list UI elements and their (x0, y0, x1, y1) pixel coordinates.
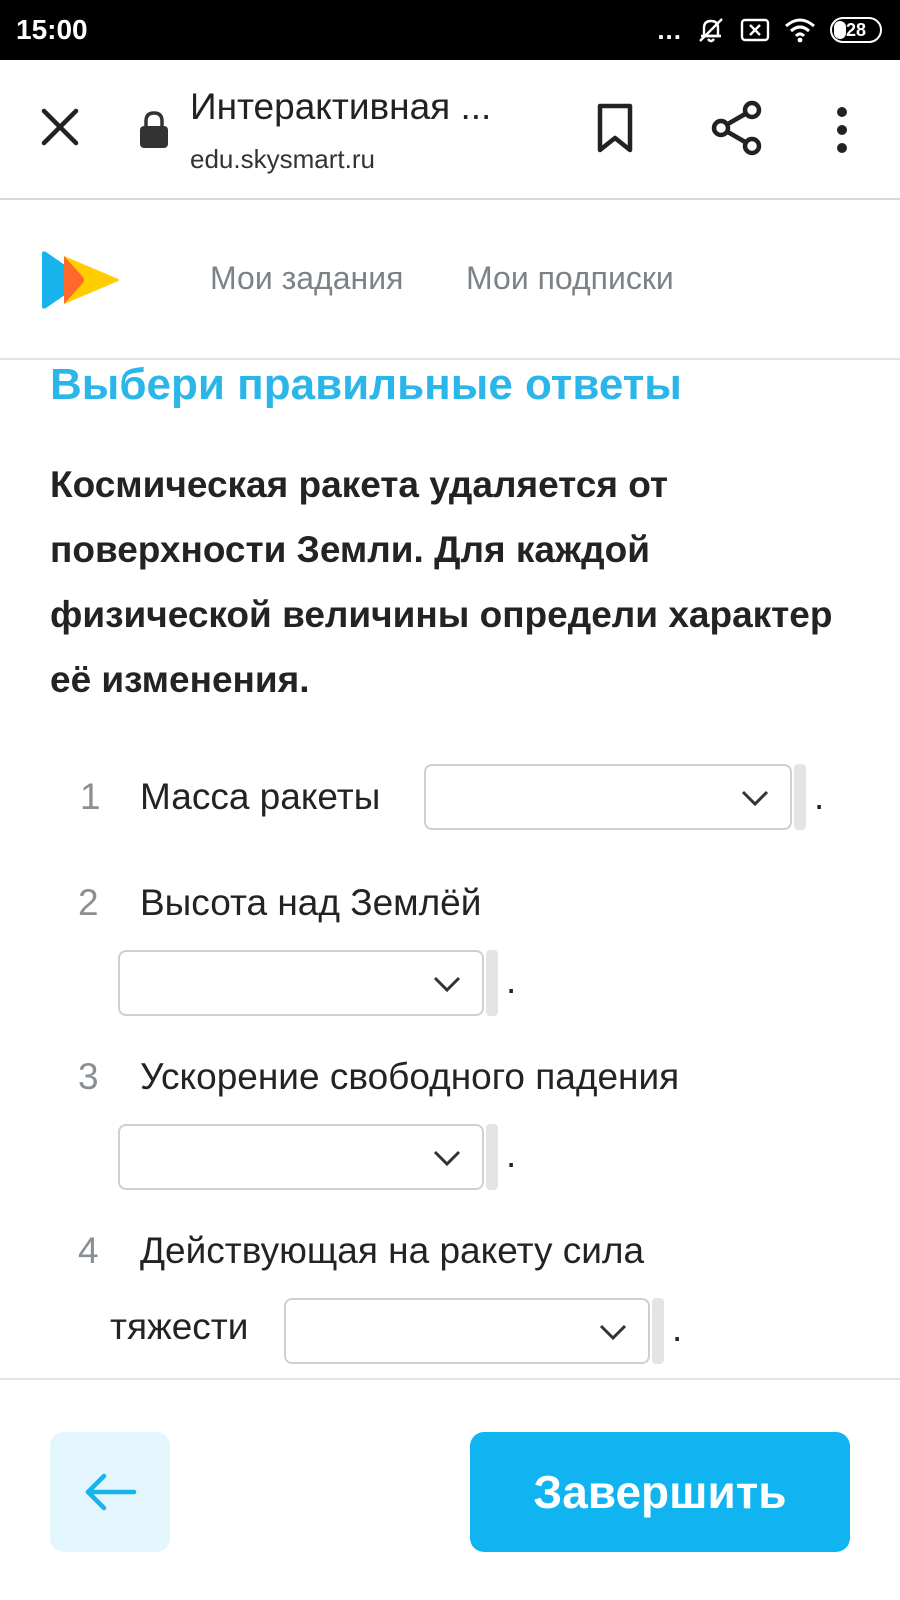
item-number: 3 (78, 1056, 99, 1097)
item-end: . (672, 1308, 683, 1349)
sim-off-icon (740, 18, 770, 42)
site-header: Мои задания Мои подписки (0, 200, 900, 360)
select-handle (486, 950, 498, 1016)
page-title: Интерактивная ... (190, 86, 492, 127)
page-url[interactable]: edu.skysmart.ru (190, 144, 375, 175)
select-handle (486, 1124, 498, 1190)
battery-icon: 28 (830, 17, 882, 43)
answer-select-2[interactable] (118, 950, 484, 1016)
item-label: Ускорение свободного падения (140, 1056, 680, 1097)
share-icon[interactable] (710, 100, 764, 156)
select-handle (794, 764, 806, 830)
bell-off-icon (699, 18, 723, 43)
arrow-left-icon (85, 1473, 137, 1511)
item-number: 4 (78, 1230, 99, 1271)
skysmart-logo[interactable] (38, 250, 122, 310)
chevron-down-icon (433, 1150, 461, 1167)
item-label: Высота над Землёй (140, 882, 482, 923)
status-icons: ... 28 (657, 14, 882, 46)
status-dots: ... (657, 15, 682, 45)
answer-select-1[interactable] (424, 764, 792, 830)
item-end: . (506, 960, 517, 1001)
item-label: Действующая на ракету сила (140, 1230, 645, 1271)
item-end: . (506, 1134, 517, 1175)
item-number: 1 (80, 776, 101, 817)
back-button[interactable] (50, 1432, 170, 1552)
nav-my-tasks[interactable]: Мои задания (210, 260, 403, 297)
status-time: 15:00 (16, 14, 88, 45)
nav-my-subscriptions[interactable]: Мои подписки (466, 260, 674, 297)
footer-bar: Завершить (0, 1378, 900, 1600)
chevron-down-icon (741, 790, 769, 807)
bookmark-icon[interactable] (592, 102, 638, 154)
lock-icon (140, 111, 168, 148)
item-end: . (814, 776, 825, 817)
battery-level: 28 (845, 19, 867, 40)
item-label-continuation: тяжести (110, 1306, 249, 1347)
item-number: 2 (78, 882, 99, 923)
select-handle (652, 1298, 664, 1364)
task-question: Космическая ракета удаляется от поверхно… (50, 464, 833, 700)
wifi-icon (785, 18, 815, 43)
chevron-down-icon (599, 1324, 627, 1341)
task-heading: Выбери правильные ответы (50, 360, 682, 409)
status-bar: 15:00 ... 28 (0, 0, 900, 60)
more-options-icon[interactable] (826, 106, 858, 154)
browser-toolbar: Интерактивная ... edu.skysmart.ru (0, 60, 900, 200)
item-label: Масса ракеты (140, 776, 381, 817)
task-content: Выбери правильные ответы Космическая рак… (0, 360, 900, 1378)
close-icon[interactable] (38, 105, 82, 149)
answer-select-4[interactable] (284, 1298, 650, 1364)
answer-select-3[interactable] (118, 1124, 484, 1190)
finish-button[interactable]: Завершить (470, 1432, 850, 1552)
chevron-down-icon (433, 976, 461, 993)
